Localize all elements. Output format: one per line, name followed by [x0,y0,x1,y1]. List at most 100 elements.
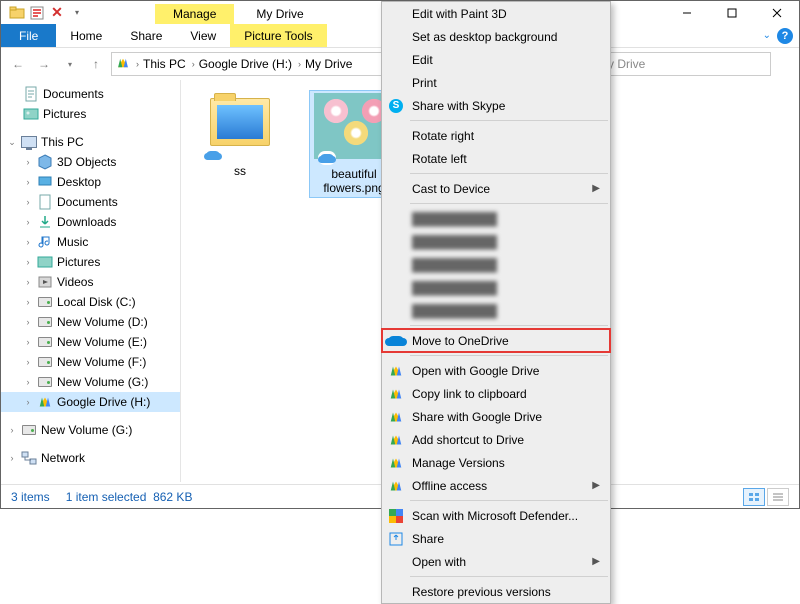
breadcrumb[interactable]: This PC› [143,57,195,71]
breadcrumb[interactable]: Google Drive (H:)› [199,57,301,71]
properties-icon[interactable] [29,5,45,21]
sidebar-item-network[interactable]: › Network [1,448,180,468]
tab-share[interactable]: Share [116,24,176,47]
close-button[interactable] [754,2,799,24]
share-icon [388,531,404,547]
folder-item[interactable]: ss [195,90,285,178]
expand-icon[interactable]: › [23,257,33,267]
expand-icon[interactable]: › [23,317,33,327]
qat-dropdown-icon[interactable]: ▾ [69,5,85,21]
blank-icon [388,29,404,45]
blank-icon [388,128,404,144]
expand-icon[interactable]: › [23,217,33,227]
sidebar-item-pictures[interactable]: Pictures [1,104,180,124]
status-selection: 1 item selected 862 KB [66,490,193,504]
sidebar-item[interactable]: ›Videos [1,272,180,292]
drive-icon [21,422,37,438]
sidebar-item[interactable]: ›New Volume (D:) [1,312,180,332]
sidebar-item[interactable]: ›Desktop [1,172,180,192]
expand-icon[interactable]: › [23,177,33,187]
sidebar-item[interactable]: ›New Volume (E:) [1,332,180,352]
expand-icon[interactable]: › [23,197,33,207]
maximize-button[interactable] [709,2,754,24]
context-menu-item[interactable]: Open with▶ [382,550,610,573]
sidebar-item[interactable]: ›Local Disk (C:) [1,292,180,312]
context-menu-item[interactable]: ██████████ [382,230,610,253]
help-icon[interactable]: ? [777,28,793,44]
minimize-button[interactable] [664,2,709,24]
gdrive-icon [388,478,404,494]
context-menu-item[interactable]: Manage Versions [382,451,610,474]
context-menu-item[interactable]: Scan with Microsoft Defender... [382,504,610,527]
context-menu-item[interactable]: Edit with Paint 3D [382,2,610,25]
cloud-status-icon [318,151,336,165]
gdrive-icon [388,455,404,471]
sidebar-item[interactable]: ›Google Drive (H:) [1,392,180,412]
nav-forward-button[interactable]: → [33,53,55,75]
context-menu-item[interactable]: Cast to Device▶ [382,177,610,200]
context-menu-item[interactable]: Print [382,71,610,94]
context-menu-item[interactable]: ██████████ [382,299,610,322]
context-menu-item[interactable]: Open with Google Drive [382,359,610,382]
expand-icon[interactable]: › [7,453,17,463]
context-menu-item[interactable]: ██████████ [382,276,610,299]
expand-icon[interactable]: › [23,357,33,367]
sidebar-item-documents[interactable]: Documents [1,84,180,104]
expand-icon[interactable]: › [23,297,33,307]
context-menu-item[interactable]: Share [382,527,610,550]
tree-icon [37,214,53,230]
tab-home[interactable]: Home [56,24,116,47]
context-menu-item[interactable]: SShare with Skype [382,94,610,117]
sidebar-item[interactable]: ›Music [1,232,180,252]
context-menu-item[interactable]: Add shortcut to Drive [382,428,610,451]
context-menu-item[interactable]: Copy link to clipboard [382,382,610,405]
context-menu-item[interactable]: ██████████ [382,207,610,230]
expand-icon[interactable]: › [23,157,33,167]
gdrive-icon [388,386,404,402]
context-menu-item[interactable]: Edit [382,48,610,71]
nav-recent-dropdown[interactable]: ▾ [59,53,81,75]
expand-icon[interactable]: › [23,397,33,407]
tree-icon [37,154,53,170]
navigation-pane[interactable]: Documents Pictures ⌄ This PC ›3D Objects… [1,80,181,482]
view-large-icons-button[interactable] [743,488,765,506]
tree-icon [37,394,53,410]
pictures-icon [23,106,39,122]
context-menu-item[interactable]: Rotate left [382,147,610,170]
nav-up-button[interactable]: ↑ [85,53,107,75]
context-menu-item[interactable]: Rotate right [382,124,610,147]
delete-icon[interactable]: ✕ [49,5,65,21]
tab-file[interactable]: File [1,24,56,47]
context-menu-item[interactable]: Share with Google Drive [382,405,610,428]
expand-icon[interactable]: › [23,277,33,287]
sidebar-item[interactable]: ›New Volume (F:) [1,352,180,372]
sidebar-item[interactable]: ›New Volume (G:) [1,372,180,392]
context-menu-item[interactable]: ██████████ [382,253,610,276]
tree-icon [37,374,53,390]
ribbon-expand-icon[interactable]: ⌄ [763,30,771,41]
context-menu-item[interactable]: Set as desktop background [382,25,610,48]
nav-back-button[interactable]: ← [7,53,29,75]
view-details-button[interactable] [767,488,789,506]
sidebar-item[interactable]: ›Pictures [1,252,180,272]
expand-icon[interactable]: › [23,237,33,247]
breadcrumb[interactable]: My Drive [305,57,352,71]
sidebar-item-this-pc[interactable]: ⌄ This PC [1,132,180,152]
tab-picture-tools[interactable]: Picture Tools [230,24,326,47]
collapse-icon[interactable]: ⌄ [7,137,17,148]
context-menu-item[interactable]: Move to OneDrive [382,329,610,352]
expand-icon[interactable]: › [23,337,33,347]
gdrive-icon [388,363,404,379]
sidebar-item-volume[interactable]: › New Volume (G:) [1,420,180,440]
tab-view[interactable]: View [176,24,230,47]
expand-icon[interactable]: › [23,377,33,387]
context-menu-item[interactable]: Offline access▶ [382,474,610,497]
search-input[interactable]: My Drive [591,52,771,76]
tree-icon [37,314,53,330]
expand-icon[interactable]: › [7,425,17,435]
sidebar-item[interactable]: ›Downloads [1,212,180,232]
sidebar-item[interactable]: ›3D Objects [1,152,180,172]
context-menu-item[interactable]: Restore previous versions [382,580,610,603]
sidebar-item[interactable]: ›Documents [1,192,180,212]
tree-icon [37,294,53,310]
